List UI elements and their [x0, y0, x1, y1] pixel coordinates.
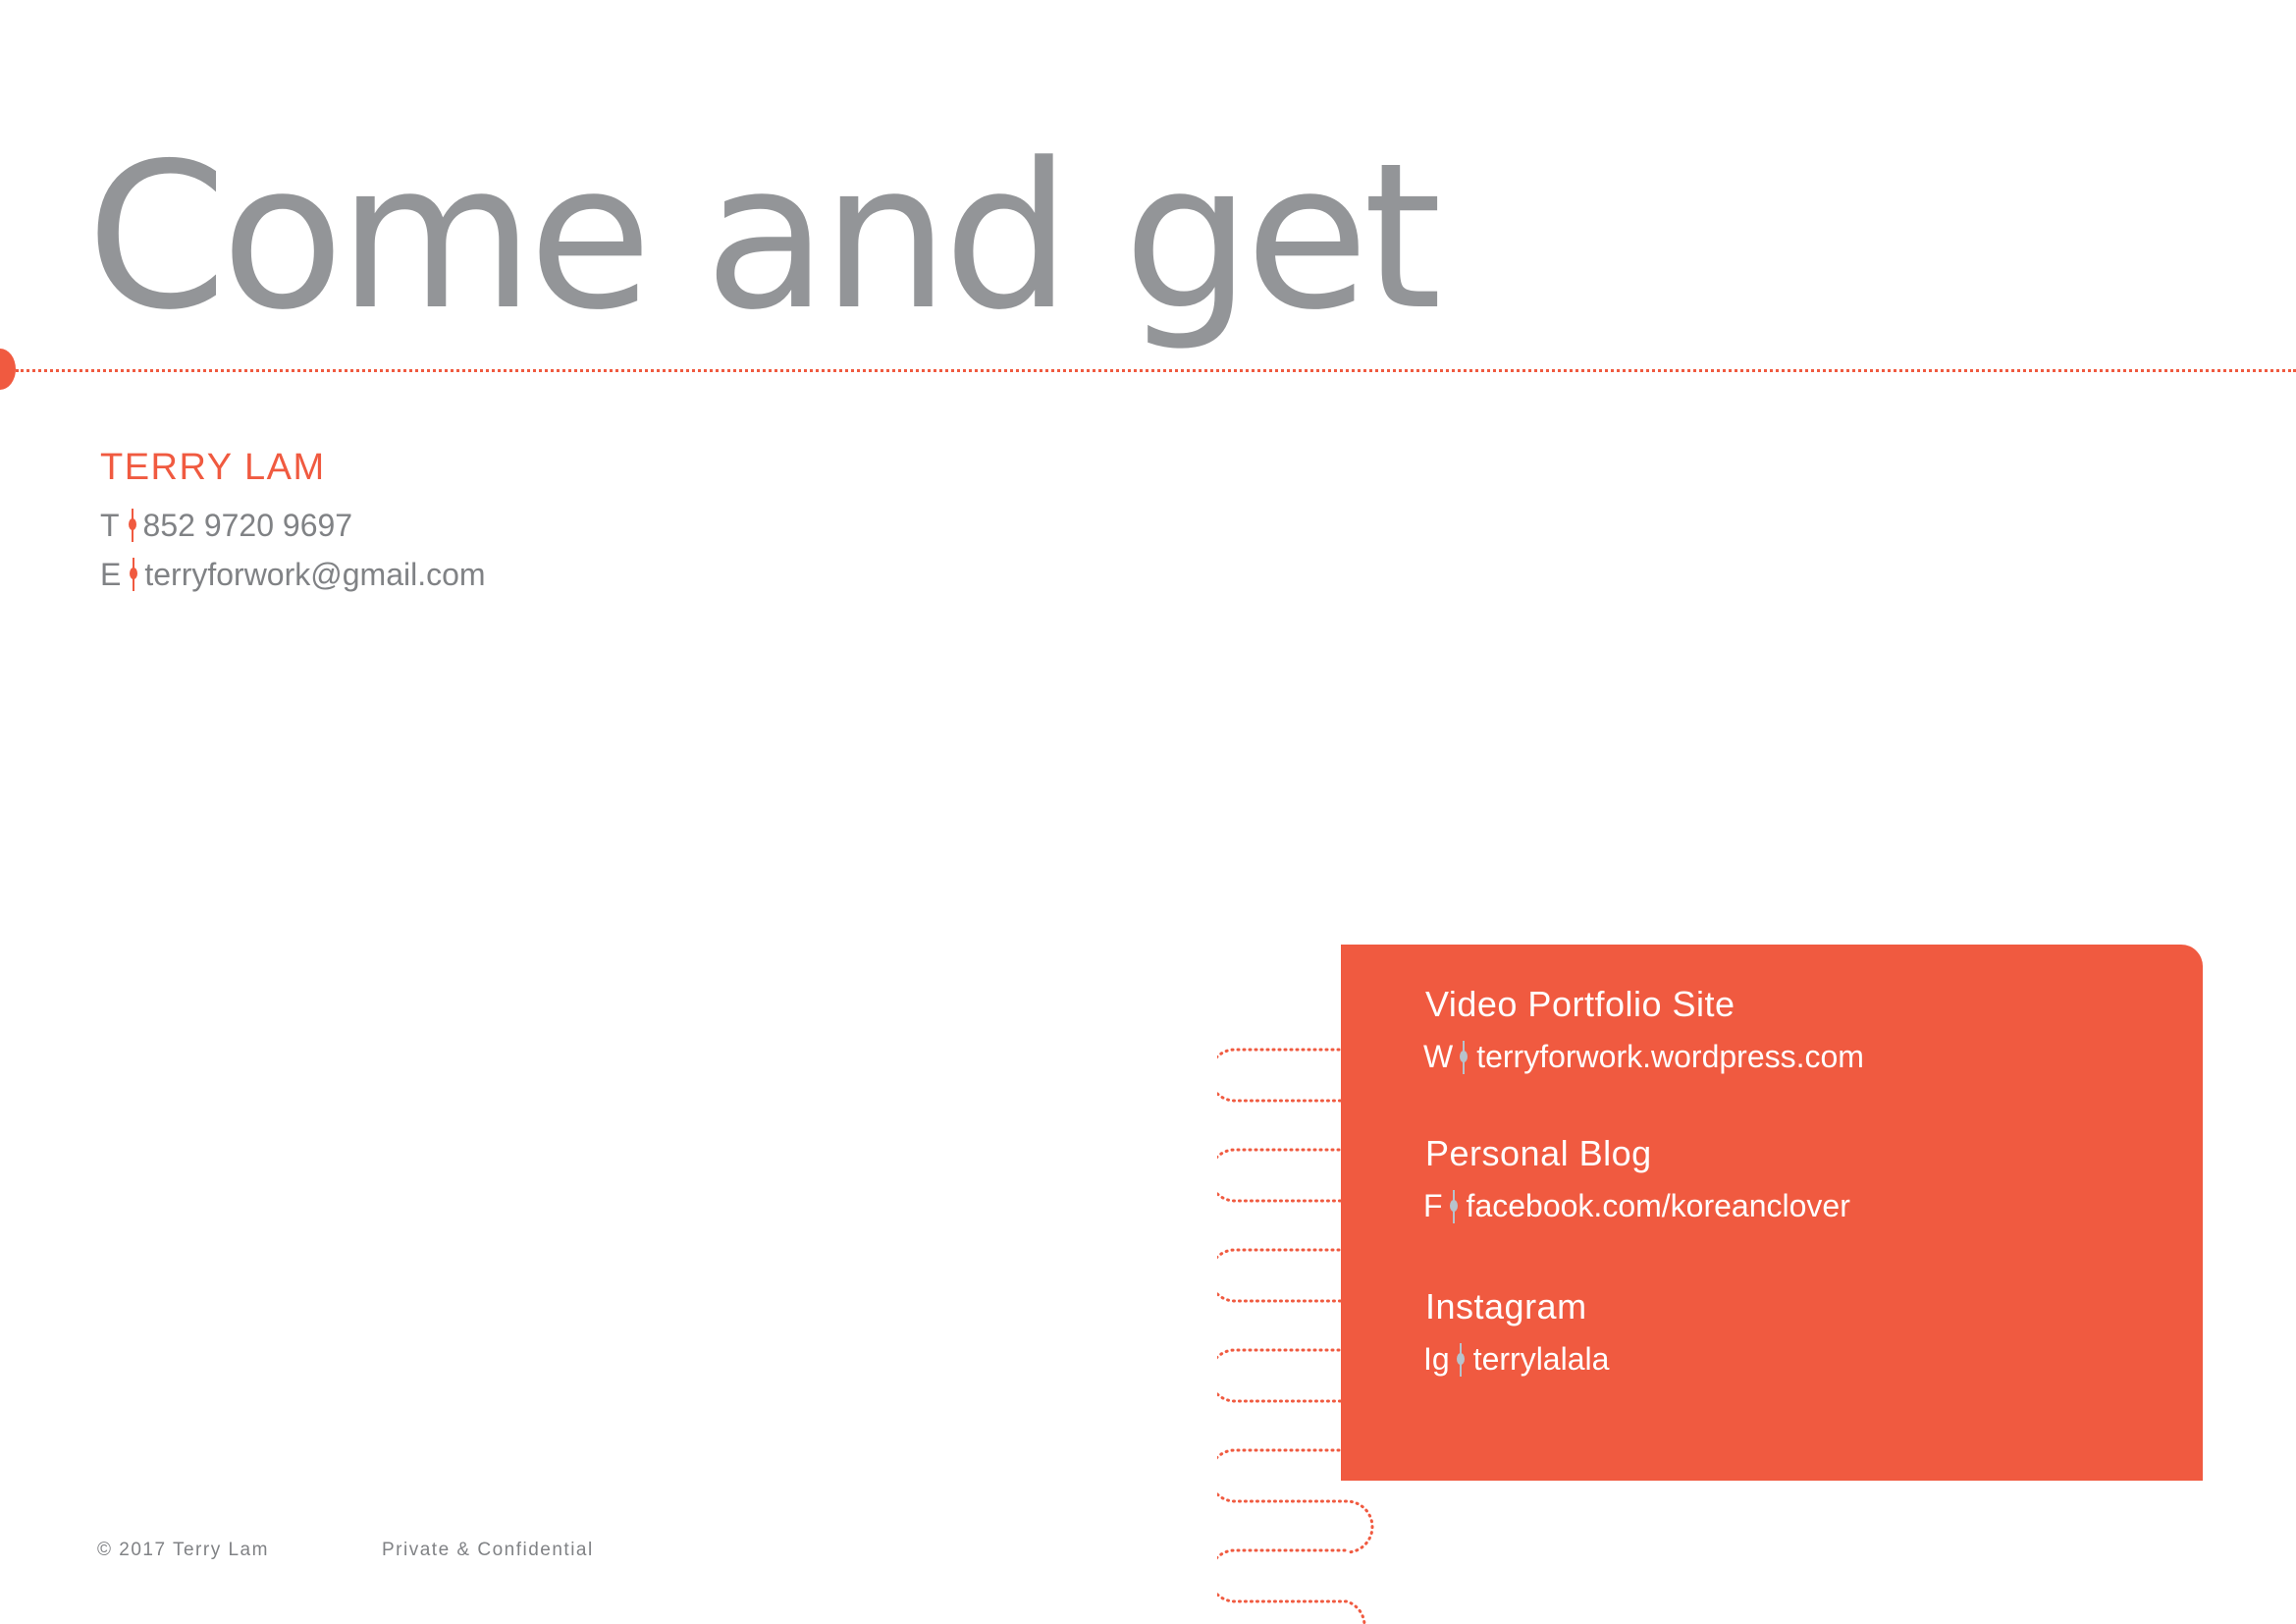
website-prefix: W: [1423, 1039, 1454, 1074]
pin-separator-icon: [1460, 1040, 1468, 1074]
pin-separator-icon: [130, 558, 138, 591]
instagram-prefix: Ig: [1423, 1341, 1450, 1377]
personal-blog-group: Personal Blog F facebook.com/koreanclove…: [1423, 1133, 1850, 1224]
pin-separator-icon: [1456, 1342, 1465, 1377]
email-address[interactable]: terryforwork@gmail.com: [144, 550, 485, 599]
email-line: E terryforwork@gmail.com: [100, 550, 486, 599]
instagram-line: Ig terrylalala: [1423, 1341, 1609, 1378]
page-title: Come and get: [86, 121, 1442, 354]
website-line: W terryforwork.wordpress.com: [1423, 1039, 1864, 1075]
phone-line: T 852 9720 9697: [100, 501, 486, 550]
facebook-prefix: F: [1423, 1188, 1443, 1223]
timeline-divider: [16, 369, 2296, 372]
pin-separator-icon: [1449, 1189, 1458, 1223]
instagram-group: Instagram Ig terrylalala: [1423, 1286, 1609, 1378]
pin-separator-icon: [128, 509, 136, 542]
footer-confidential: Private & Confidential: [382, 1540, 594, 1560]
contact-block: TERRY LAM T 852 9720 9697 E terryforwork…: [100, 447, 486, 599]
facebook-link[interactable]: facebook.com/koreanclover: [1467, 1188, 1850, 1224]
contact-name: TERRY LAM: [100, 447, 326, 488]
email-prefix: E: [100, 557, 122, 592]
timeline-dot-icon: [0, 349, 16, 390]
phone-number: 852 9720 9697: [142, 508, 353, 543]
video-portfolio-title: Video Portfolio Site: [1425, 984, 1735, 1024]
website-link[interactable]: terryforwork.wordpress.com: [1476, 1039, 1864, 1075]
video-portfolio-group: Video Portfolio Site W terryforwork.word…: [1423, 984, 1864, 1075]
instagram-handle[interactable]: terrylalala: [1473, 1341, 1610, 1378]
links-card: Video Portfolio Site W terryforwork.word…: [1341, 945, 2203, 1481]
phone-prefix: T: [100, 508, 120, 543]
instagram-title: Instagram: [1425, 1286, 1587, 1326]
facebook-line: F facebook.com/koreanclover: [1423, 1188, 1850, 1224]
footer-copyright: © 2017 Terry Lam: [97, 1540, 269, 1560]
personal-blog-title: Personal Blog: [1425, 1133, 1652, 1173]
